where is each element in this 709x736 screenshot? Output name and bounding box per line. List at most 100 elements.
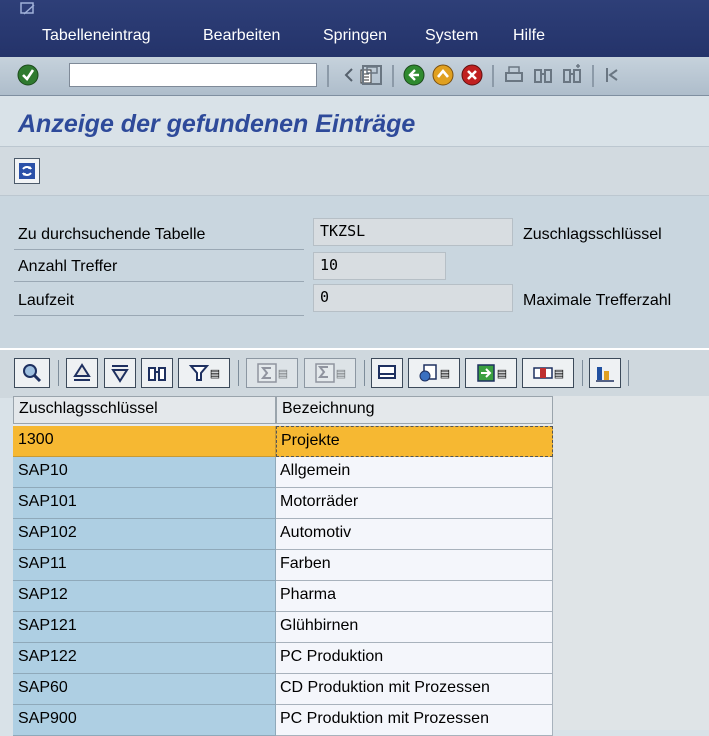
subtotal-icon xyxy=(315,363,335,383)
print-preview-button[interactable] xyxy=(371,358,403,388)
graphic-button[interactable] xyxy=(589,358,621,388)
menu-bearbeiten[interactable]: Bearbeiten xyxy=(203,27,280,45)
back-button[interactable] xyxy=(402,63,426,87)
cell-description[interactable]: Pharma xyxy=(276,581,553,612)
cell-description[interactable]: PC Produktion xyxy=(276,643,553,674)
cell-key[interactable]: 1300 xyxy=(13,426,276,457)
table-row[interactable]: SAP122 PC Produktion xyxy=(13,643,553,674)
back-icon xyxy=(403,64,425,86)
toolbar-separator xyxy=(582,360,583,386)
table-description: Zuschlagsschlüssel xyxy=(523,226,662,243)
cell-description[interactable]: Projekte xyxy=(276,426,553,457)
exit-button[interactable] xyxy=(431,63,455,87)
toolbar-separator xyxy=(492,65,494,87)
cancel-icon xyxy=(461,64,483,86)
print-button[interactable] xyxy=(502,63,526,87)
sort-descending-button[interactable] xyxy=(104,358,136,388)
sum-icon xyxy=(257,363,277,383)
menu-tabelleneintrag[interactable]: Tabelleneintrag xyxy=(42,27,151,45)
cell-key[interactable]: SAP900 xyxy=(13,705,276,736)
table-row[interactable]: 1300 Projekte xyxy=(13,426,553,457)
hits-label: Anzahl Treffer xyxy=(18,258,118,275)
column-header-description[interactable]: Bezeichnung xyxy=(276,396,553,424)
sum-button[interactable]: ▤ xyxy=(246,358,298,388)
table-row[interactable]: SAP11 Farben xyxy=(13,550,553,581)
toolbar-separator xyxy=(392,65,394,87)
menu-hilfe[interactable]: Hilfe xyxy=(513,27,545,45)
table-row[interactable]: SAP10 Allgemein xyxy=(13,457,553,488)
standard-toolbar xyxy=(0,57,709,96)
table-row[interactable]: SAP102 Automotiv xyxy=(13,519,553,550)
views-button[interactable]: ▤ xyxy=(408,358,460,388)
sort-ascending-icon xyxy=(73,363,91,381)
table-row[interactable]: SAP12 Pharma xyxy=(13,581,553,612)
menu-system[interactable]: System xyxy=(425,27,478,45)
cell-key[interactable]: SAP102 xyxy=(13,519,276,550)
first-page-icon xyxy=(606,68,618,82)
toolbar-separator xyxy=(628,360,629,386)
views-icon xyxy=(419,364,437,382)
cell-key[interactable]: SAP121 xyxy=(13,612,276,643)
cell-description[interactable]: Allgemein xyxy=(276,457,553,488)
collapse-arrow-button[interactable] xyxy=(337,63,361,87)
runtime-label: Laufzeit xyxy=(18,292,75,309)
cell-description[interactable]: CD Produktion mit Prozessen xyxy=(276,674,553,705)
exit-icon xyxy=(432,64,454,86)
table-row[interactable]: SAP121 Glühbirnen xyxy=(13,612,553,643)
label-underline xyxy=(14,281,304,282)
dropdown-icon: ▤ xyxy=(277,367,289,380)
toolbar-separator xyxy=(58,360,59,386)
find-in-list-button[interactable] xyxy=(141,358,173,388)
selection-info-area: Zu durchsuchende Tabelle TKZSL Zuschlags… xyxy=(0,196,709,348)
cell-description[interactable]: Glühbirnen xyxy=(276,612,553,643)
cell-description[interactable]: Motorräder xyxy=(276,488,553,519)
cell-key[interactable]: SAP10 xyxy=(13,457,276,488)
cancel-button[interactable] xyxy=(460,63,484,87)
cell-description[interactable]: PC Produktion mit Prozessen xyxy=(276,705,553,736)
magnifier-icon xyxy=(23,364,42,383)
filter-button[interactable]: ▤ xyxy=(178,358,230,388)
save-icon xyxy=(362,65,382,85)
result-grid: Zuschlagsschlüssel Bezeichnung 1300 Proj… xyxy=(13,396,709,736)
dropdown-icon: ▤ xyxy=(335,367,347,380)
sort-descending-icon xyxy=(111,365,129,383)
alv-toolbar: ▤ ▤ ▤ ▤ ▤ ▤ xyxy=(0,348,709,398)
cell-key[interactable]: SAP122 xyxy=(13,643,276,674)
cell-key[interactable]: SAP101 xyxy=(13,488,276,519)
table-row[interactable]: SAP900 PC Produktion mit Prozessen xyxy=(13,705,553,736)
cell-description[interactable]: Automotiv xyxy=(276,519,553,550)
column-header-key[interactable]: Zuschlagsschlüssel xyxy=(13,396,276,424)
subtotal-button[interactable]: ▤ xyxy=(304,358,356,388)
table-label: Zu durchsuchende Tabelle xyxy=(18,226,206,243)
window-menu-icon[interactable] xyxy=(20,2,36,16)
binoculars-plus-icon xyxy=(563,64,581,83)
menu-springen[interactable]: Springen xyxy=(323,27,387,45)
dropdown-icon: ▤ xyxy=(553,367,565,380)
filter-icon xyxy=(188,365,209,381)
grid-header: Zuschlagsschlüssel Bezeichnung xyxy=(13,396,553,424)
command-field[interactable] xyxy=(69,63,372,87)
sort-ascending-button[interactable] xyxy=(66,358,98,388)
cell-key[interactable]: SAP12 xyxy=(13,581,276,612)
table-row[interactable]: SAP101 Motorräder xyxy=(13,488,553,519)
cell-key[interactable]: SAP60 xyxy=(13,674,276,705)
table-row[interactable]: SAP60 CD Produktion mit Prozessen xyxy=(13,674,553,705)
arrow-left-icon xyxy=(344,68,353,82)
enter-button[interactable] xyxy=(16,63,40,87)
find-button[interactable] xyxy=(531,63,555,87)
refresh-button[interactable] xyxy=(14,158,40,184)
dropdown-icon: ▤ xyxy=(496,367,508,380)
export-button[interactable]: ▤ xyxy=(465,358,517,388)
details-button[interactable] xyxy=(14,358,50,388)
grid-empty-area xyxy=(553,396,709,730)
cell-key[interactable]: SAP11 xyxy=(13,550,276,581)
chart-icon xyxy=(596,367,614,382)
layout-button[interactable]: ▤ xyxy=(522,358,574,388)
save-button[interactable] xyxy=(360,63,384,87)
table-value: TKZSL xyxy=(313,218,513,246)
layout-icon xyxy=(533,367,553,379)
find-next-button[interactable] xyxy=(560,63,584,87)
cell-description[interactable]: Farben xyxy=(276,550,553,581)
first-page-button[interactable] xyxy=(600,63,624,87)
export-icon xyxy=(477,364,495,382)
